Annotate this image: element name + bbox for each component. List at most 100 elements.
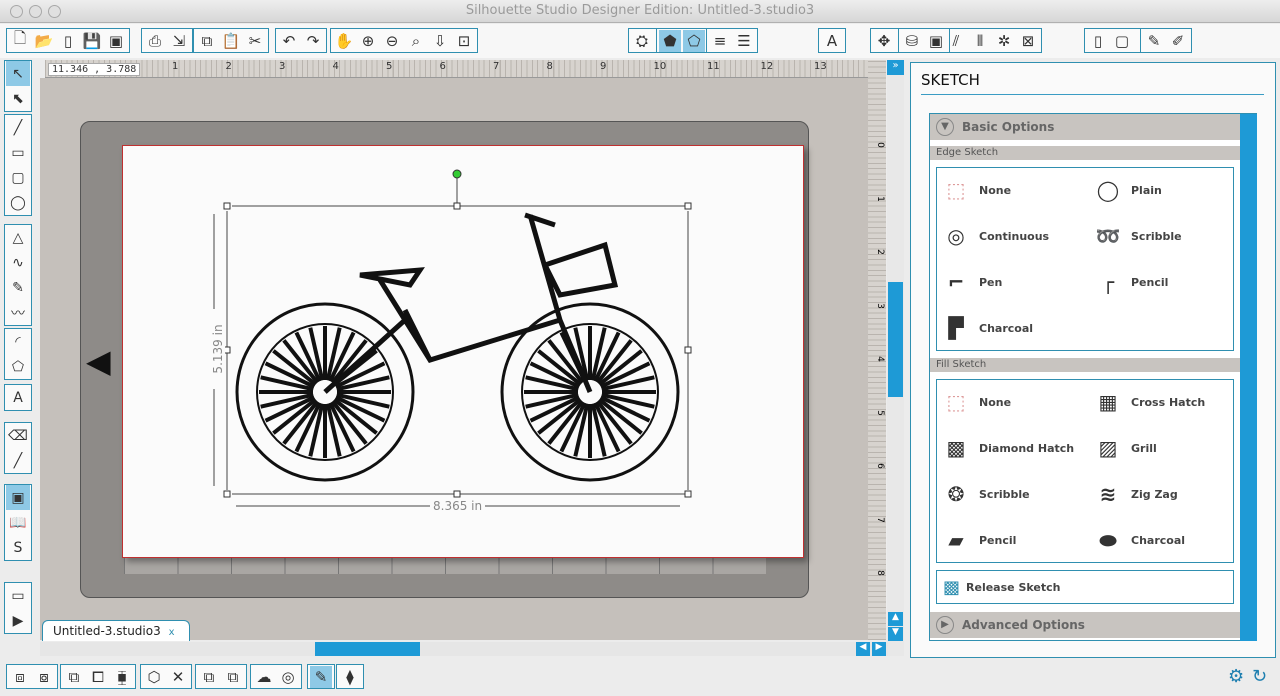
scribble-sketch-icon: ❂ — [947, 482, 965, 506]
scroll-right-arrow[interactable]: ▶ — [872, 642, 886, 656]
bottom-toolbar: ⧈ ⧇ ⧉ ⧠ ⧯ ⬡ ✕ ⧉ ⧉ ☁ ◎ ✎ ⧫ — [0, 660, 1280, 696]
pencil-label: Pencil — [979, 533, 1017, 547]
plain-label: Plain — [1131, 183, 1162, 197]
trace-icon: ✎ — [314, 667, 328, 686]
compound-path-button[interactable]: ⧉ — [63, 666, 85, 688]
edge-sketch-options: ⬚ None ◯ Plain ◎ Continuous ➿ Scribble ⌐ Pen ┌ Penc… — [936, 167, 1234, 351]
sketch-option-scribble[interactable]: ➿ Scribble — [1093, 216, 1238, 256]
continuous-sketch-icon: ◎ — [947, 224, 965, 248]
zig-zag-label: Zig Zag — [1131, 487, 1178, 501]
sketch-option-plain[interactable]: ◯ Plain — [1093, 170, 1238, 210]
sketch-option-scribble[interactable]: ❂ Scribble — [941, 474, 1086, 514]
width-dimension: 8.365 in — [430, 499, 486, 513]
sketch-option-zig-zag[interactable]: ≋ Zig Zag — [1093, 474, 1238, 514]
continuous-label: Continuous — [979, 229, 1050, 243]
settings-gear-icon[interactable]: ⚙ — [1228, 666, 1244, 687]
sketch-option-none[interactable]: ⬚ None — [941, 170, 1086, 210]
offset-rings-icon: ◎ — [281, 667, 295, 686]
basic-options-label: Basic Options — [962, 120, 1055, 134]
3d-box-icon: ⬡ — [147, 667, 161, 686]
bottom-group: ⧉ ⧉ — [195, 664, 247, 689]
height-dimension: 5.139 in — [211, 309, 225, 389]
divider — [921, 94, 1264, 95]
horizontal-scroll-thumb[interactable] — [315, 642, 420, 656]
send-backward-icon: ⧉ — [203, 667, 215, 686]
expand-right-icon: ▶ — [936, 616, 954, 634]
pen-label: Pen — [979, 275, 1003, 289]
charcoal-sketch-icon: ⬬ — [1099, 528, 1117, 552]
bottom-group: ⧫ — [336, 664, 364, 689]
weld-icon: ☁ — [256, 667, 272, 686]
sketch-option-grill[interactable]: ▨ Grill — [1093, 428, 1238, 468]
document-tab-label: Untitled-3.studio3 — [53, 624, 161, 638]
sketch-option-pen[interactable]: ⌐ Pen — [941, 262, 1086, 302]
horizontal-scrollbar[interactable]: ◀ ▶ — [40, 642, 888, 656]
expand-down-icon: ▼ — [936, 118, 954, 136]
trace-button[interactable]: ✎ — [310, 665, 332, 688]
diamond-hatch-label: Diamond Hatch — [979, 441, 1075, 455]
charcoal-label: Charcoal — [979, 321, 1034, 335]
panel-scrollbar[interactable] — [1240, 114, 1257, 641]
ungroup-button[interactable]: ⧇ — [33, 666, 55, 688]
send-backward-button[interactable]: ⧉ — [198, 666, 220, 688]
layers-icon: ⧫ — [346, 667, 354, 686]
advanced-options-label: Advanced Options — [962, 618, 1085, 632]
cross-hatch-sketch-icon: ▦ — [1098, 390, 1118, 414]
release-compound-icon: ⧠ — [91, 667, 104, 686]
release-sketch-icon: ▩ — [943, 576, 961, 598]
sketch-option-charcoal[interactable]: ▛ Charcoal — [941, 308, 1086, 348]
panel-title: SKETCH — [921, 71, 980, 89]
charcoal-label: Charcoal — [1131, 533, 1186, 547]
fill-sketch-options: ⬚ None ▦ Cross Hatch ▩ Diamond Hatch ▨ Grill ❂ Sc… — [936, 379, 1234, 563]
advanced-options-header[interactable]: ▶ Advanced Options — [930, 612, 1240, 638]
zig-zag-sketch-icon: ≋ — [1099, 482, 1117, 506]
fill-sketch-header: Fill Sketch — [930, 358, 1240, 372]
bottom-group: ⧉ ⧠ ⧯ — [60, 664, 136, 689]
compound-path-icon: ⧉ — [68, 667, 80, 686]
sketch-option-none[interactable]: ⬚ None — [941, 382, 1086, 422]
sketch-option-pencil[interactable]: ▰ Pencil — [941, 520, 1086, 560]
scroll-left-arrow[interactable]: ◀ — [856, 642, 870, 656]
sketch-option-charcoal[interactable]: ⬬ Charcoal — [1093, 520, 1238, 560]
group-button[interactable]: ⧈ — [9, 666, 31, 688]
delete-button[interactable]: ✕ — [167, 666, 189, 688]
none-sketch-icon: ⬚ — [946, 390, 966, 414]
pencil-sketch-icon: ▰ — [948, 528, 964, 552]
close-tab-icon[interactable]: x — [169, 627, 175, 638]
delete-icon: ✕ — [171, 667, 185, 686]
bottom-group: ⬡ ✕ — [140, 664, 192, 689]
sketch-option-diamond-hatch[interactable]: ▩ Diamond Hatch — [941, 428, 1086, 468]
scribble-label: Scribble — [1131, 229, 1182, 243]
scribble-sketch-icon: ➿ — [1095, 224, 1121, 248]
layers-button[interactable]: ⧫ — [339, 666, 361, 688]
grill-label: Grill — [1131, 441, 1157, 455]
basic-options-header[interactable]: ▼ Basic Options — [930, 114, 1240, 140]
pencil-sketch-icon: ┌ — [1101, 270, 1115, 294]
bring-front-button[interactable]: ⧉ — [222, 666, 244, 688]
offset-rings-button[interactable]: ◎ — [277, 666, 299, 688]
bottom-group: ✎ — [307, 664, 335, 689]
release-sketch-label: Release Sketch — [966, 580, 1061, 594]
diamond-hatch-sketch-icon: ▩ — [946, 436, 966, 460]
document-tab[interactable]: Untitled-3.studio3 x — [42, 620, 190, 641]
bottom-group: ⧈ ⧇ — [6, 664, 58, 689]
none-label: None — [979, 395, 1012, 409]
sketch-option-cross-hatch[interactable]: ▦ Cross Hatch — [1093, 382, 1238, 422]
none-sketch-icon: ⬚ — [946, 178, 966, 202]
grill-sketch-icon: ▨ — [1098, 436, 1118, 460]
charcoal-sketch-icon: ▛ — [948, 316, 964, 340]
sync-icon[interactable]: ↻ — [1252, 666, 1267, 687]
options-box: ▼ Basic Options Edge Sketch ⬚ None ◯ Plain ◎ C… — [929, 113, 1257, 641]
weld-button[interactable]: ☁ — [253, 666, 275, 688]
edge-sketch-header: Edge Sketch — [930, 146, 1240, 160]
release-sketch-button[interactable]: ▩ Release Sketch — [936, 570, 1234, 604]
release-compound-button[interactable]: ⧠ — [87, 666, 109, 688]
cross-hatch-label: Cross Hatch — [1131, 395, 1206, 409]
rotate-handle — [452, 169, 462, 179]
bottom-group: ☁ ◎ — [250, 664, 302, 689]
sketch-option-continuous[interactable]: ◎ Continuous — [941, 216, 1086, 256]
3d-box-button[interactable]: ⬡ — [143, 666, 165, 688]
sketch-option-pencil[interactable]: ┌ Pencil — [1093, 262, 1238, 302]
scribble-label: Scribble — [979, 487, 1030, 501]
bring-forward-button[interactable]: ⧯ — [111, 666, 133, 688]
